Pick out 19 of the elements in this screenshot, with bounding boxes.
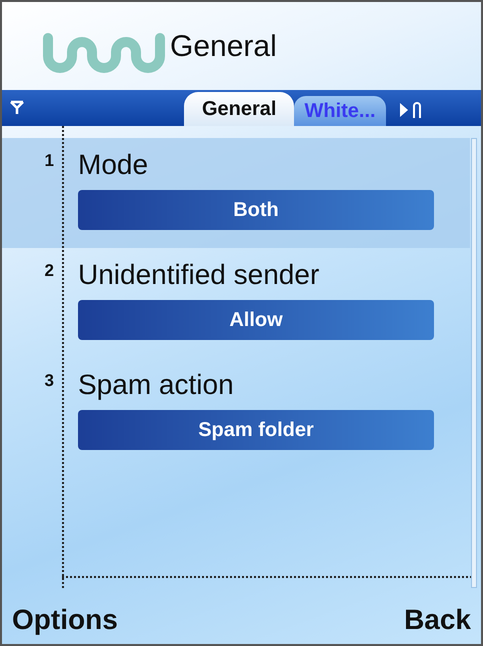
- setting-item[interactable]: 2 Unidentified sender Allow: [2, 248, 470, 358]
- signal-icon: [10, 100, 24, 114]
- back-softkey[interactable]: Back: [404, 599, 471, 641]
- setting-value[interactable]: Both: [78, 190, 434, 230]
- tab[interactable]: General: [184, 92, 294, 126]
- options-softkey[interactable]: Options: [12, 599, 118, 641]
- setting-item[interactable]: 3 Spam action Spam folder: [2, 358, 470, 468]
- item-number: 3: [44, 370, 55, 392]
- setting-label: Unidentified sender: [78, 258, 320, 292]
- setting-value[interactable]: Allow: [78, 300, 434, 340]
- item-number: 2: [44, 260, 55, 282]
- right-arrow-icon[interactable]: [400, 103, 408, 117]
- setting-value[interactable]: Spam folder: [78, 410, 434, 450]
- window-title: General: [170, 32, 277, 62]
- setting-label: Mode: [78, 148, 150, 182]
- item-number: 1: [44, 150, 55, 172]
- logo-icon: [42, 30, 166, 76]
- setting-item[interactable]: 1 Mode Both: [2, 138, 470, 248]
- setting-label: Spam action: [78, 368, 235, 402]
